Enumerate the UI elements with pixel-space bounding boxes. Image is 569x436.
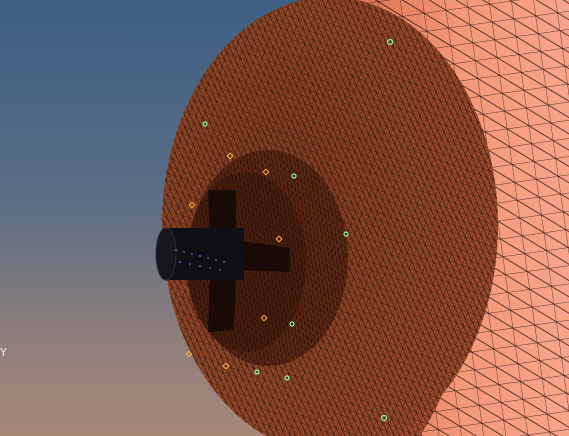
- mesh-model-view[interactable]: [0, 0, 569, 436]
- shaft[interactable]: [155, 227, 244, 281]
- graphics-viewport[interactable]: Y: [0, 0, 569, 436]
- triad-y-axis-icon: Y: [0, 346, 7, 359]
